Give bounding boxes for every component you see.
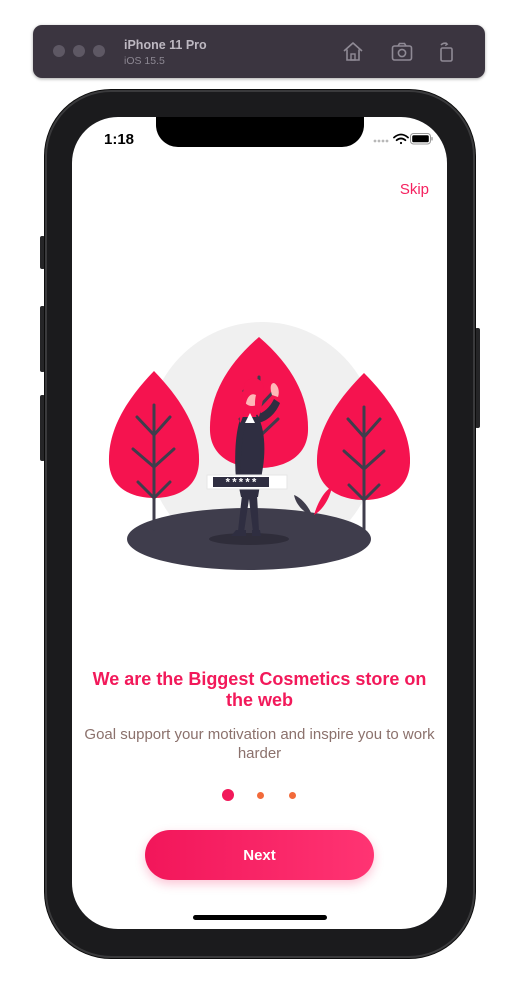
- minimize-window-button[interactable]: [73, 45, 85, 57]
- zoom-window-button[interactable]: [93, 45, 105, 57]
- home-icon[interactable]: [341, 40, 365, 64]
- notch: [156, 117, 364, 147]
- page-dot-2[interactable]: [257, 792, 264, 799]
- onboarding-illustration: *****: [108, 322, 410, 570]
- app-screen: 1:18 Skip ***** We are the Biggest Cosme…: [72, 117, 447, 929]
- next-button[interactable]: Next: [145, 830, 374, 880]
- simulator-device-name: iPhone 11 Pro: [124, 38, 207, 52]
- home-indicator: [193, 915, 327, 920]
- page-dot-3[interactable]: [289, 792, 296, 799]
- skip-button[interactable]: Skip: [400, 181, 429, 198]
- status-time: 1:18: [104, 131, 135, 148]
- battery-icon: [410, 133, 433, 145]
- onboarding-headline: We are the Biggest Cosmetics store on th…: [92, 669, 427, 710]
- power-button: [475, 328, 480, 428]
- page-dot-1[interactable]: [222, 789, 234, 801]
- simulator-toolbar: iPhone 11 Pro iOS 15.5: [33, 25, 485, 78]
- wifi-icon: [393, 133, 409, 145]
- rotate-icon[interactable]: [435, 40, 459, 64]
- close-window-button[interactable]: [53, 45, 65, 57]
- simulator-os-version: iOS 15.5: [124, 55, 165, 67]
- onboarding-subtitle: Goal support your motivation and inspire…: [84, 726, 435, 762]
- status-icons: [373, 132, 433, 151]
- cellular-dots-icon: [373, 139, 389, 143]
- password-field-text: *****: [224, 478, 257, 490]
- screenshot-icon[interactable]: [390, 40, 414, 64]
- page-indicator: [72, 789, 447, 803]
